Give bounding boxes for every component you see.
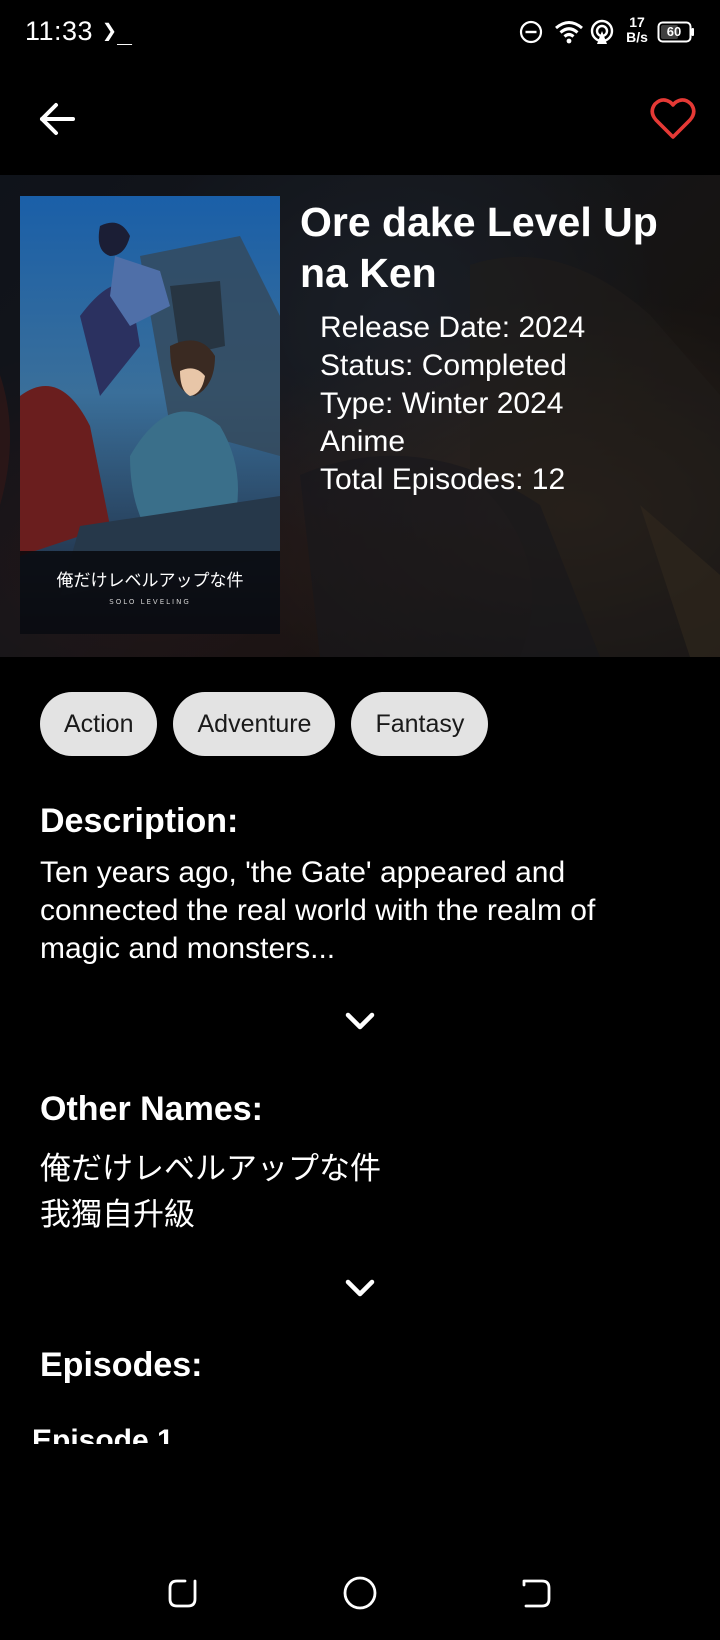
hotspot-icon <box>590 19 614 44</box>
nav-home-button[interactable] <box>340 1573 380 1613</box>
poster-subcaption: SOLO LEVELING <box>109 598 191 606</box>
network-speed: 17 B/s <box>626 14 648 45</box>
episodes-heading: Episodes: <box>40 1346 203 1384</box>
anime-title: Ore dake Level Up na Ken <box>300 199 658 296</box>
nav-back-icon <box>522 1579 551 1608</box>
battery-level: 60 <box>666 24 682 39</box>
poster-caption: 俺だけレベルアップな件 <box>57 571 244 591</box>
other-names-heading: Other Names: <box>40 1090 263 1128</box>
description-heading: Description: <box>40 802 239 840</box>
nav-recent-apps-button[interactable] <box>165 1573 203 1611</box>
status-bar: 11:33 ❯_ 17 B/s 60 <box>0 0 720 66</box>
episode-list: Episode 1 <box>0 1420 720 1444</box>
chevron-down-icon <box>345 1012 375 1030</box>
other-name-item: 我獨自升級 <box>40 1197 195 1233</box>
status-time: 11:33 <box>25 16 94 46</box>
genre-chip-action[interactable]: Action <box>40 692 158 756</box>
home-circle-icon <box>343 1576 377 1610</box>
release-date: Release Date: 2024 <box>320 311 586 344</box>
poster-image: 俺だけレベルアップな件 SOLO LEVELING <box>20 196 280 634</box>
type-line-2: Anime <box>320 425 406 458</box>
genre-chips: Action Adventure Fantasy <box>40 692 489 756</box>
arrow-left-icon <box>40 103 75 135</box>
anime-poster[interactable]: 俺だけレベルアップな件 SOLO LEVELING <box>20 196 280 634</box>
wifi-icon <box>555 21 583 44</box>
genre-chip-fantasy[interactable]: Fantasy <box>351 692 489 756</box>
type-line-1: Type: Winter 2024 <box>320 387 564 420</box>
other-names-list: 俺だけレベルアップな件 我獨自升級 <box>40 1146 680 1238</box>
recent-apps-icon <box>168 1579 197 1608</box>
other-name-item: 俺だけレベルアップな件 <box>40 1151 381 1187</box>
description-expand-button[interactable] <box>336 1002 384 1042</box>
hero-banner: 俺だけレベルアップな件 SOLO LEVELING Ore dake Level… <box>0 175 720 657</box>
status: Status: Completed <box>320 349 567 382</box>
total-episodes: Total Episodes: 12 <box>320 463 566 496</box>
episode-item[interactable]: Episode 1 <box>32 1424 174 1444</box>
chevron-down-icon <box>345 1279 375 1297</box>
description-text: Ten years ago, 'the Gate' appeared and c… <box>40 856 596 965</box>
other-names-expand-button[interactable] <box>336 1269 384 1309</box>
do-not-disturb-icon <box>519 20 543 44</box>
heart-outline-icon <box>650 98 696 139</box>
genre-chip-adventure[interactable]: Adventure <box>173 692 336 756</box>
favorite-button[interactable] <box>646 92 700 146</box>
anime-info: Release Date: 2024 Status: Completed Typ… <box>320 309 710 499</box>
terminal-icon: ❯_ <box>102 16 133 45</box>
nav-back-button[interactable] <box>516 1573 554 1611</box>
back-button[interactable] <box>30 92 84 146</box>
